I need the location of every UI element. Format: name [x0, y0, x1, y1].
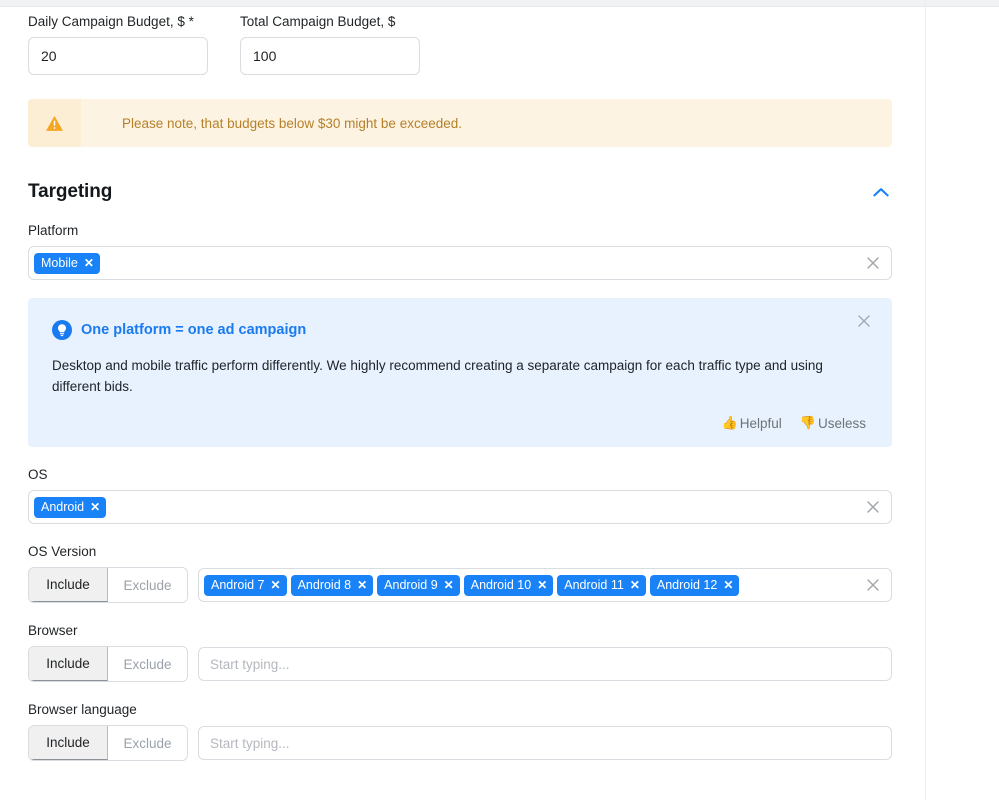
total-budget-field: Total Campaign Budget, $ — [240, 14, 420, 75]
chip-os-version[interactable]: Android 7 ✕ — [204, 574, 287, 596]
browser-language-multiselect[interactable]: Start typing... — [198, 726, 892, 760]
browser-language-mode-toggle: Include Exclude — [28, 725, 188, 761]
daily-budget-input[interactable] — [28, 37, 208, 75]
browser-label: Browser — [28, 623, 78, 638]
browser-language-exclude-button[interactable]: Exclude — [108, 726, 187, 760]
chip-remove-icon[interactable]: ✕ — [271, 579, 281, 591]
warning-text: Please note, that budgets below $30 migh… — [122, 115, 462, 131]
total-budget-label: Total Campaign Budget, $ — [240, 14, 396, 29]
campaign-settings-page: Daily Campaign Budget, $ * Total Campaig… — [0, 0, 999, 800]
chip-label: Android 9 — [384, 577, 438, 592]
chip-label: Mobile — [41, 255, 78, 270]
os-version-multiselect[interactable]: Android 7 ✕ Android 8 ✕ Android 9 ✕ Andr… — [198, 568, 892, 602]
chip-label: Android 12 — [656, 577, 718, 592]
info-panel-header: One platform = one ad campaign — [52, 320, 866, 340]
browser-language-row: Include Exclude Start typing... — [28, 725, 892, 761]
chip-label: Android — [41, 499, 85, 514]
os-version-row: Include Exclude Android 7 ✕ Android 8 ✕ … — [28, 567, 892, 603]
chip-remove-icon[interactable]: ✕ — [84, 257, 94, 269]
chip-remove-icon[interactable]: ✕ — [357, 579, 367, 591]
browser-multiselect[interactable]: Start typing... — [198, 647, 892, 681]
chip-os[interactable]: Android ✕ — [34, 496, 107, 518]
top-strip — [0, 0, 999, 7]
chip-os-version[interactable]: Android 12 ✕ — [649, 574, 740, 596]
chip-os-version[interactable]: Android 9 ✕ — [377, 574, 460, 596]
targeting-section-header: Targeting — [28, 181, 892, 203]
useless-label: Useless — [817, 415, 866, 431]
chip-remove-icon[interactable]: ✕ — [630, 579, 640, 591]
chip-os-version[interactable]: Android 11 ✕ — [557, 574, 646, 596]
useless-button[interactable]: 👎 Useless — [800, 415, 866, 431]
platform-multiselect[interactable]: Mobile ✕ — [28, 246, 892, 280]
browser-mode-toggle: Include Exclude — [28, 646, 188, 682]
helpful-button[interactable]: 👍 Helpful — [722, 415, 782, 431]
browser-exclude-button[interactable]: Exclude — [108, 647, 187, 681]
total-budget-input[interactable] — [240, 37, 420, 75]
os-multiselect[interactable]: Android ✕ — [28, 490, 892, 524]
os-version-label: OS Version — [28, 544, 97, 559]
chip-label: Android 8 — [297, 577, 352, 592]
chip-label: Android 7 — [211, 577, 265, 592]
platform-info-panel: One platform = one ad campaign Desktop a… — [28, 298, 892, 447]
browser-placeholder: Start typing... — [210, 656, 290, 672]
browser-row: Include Exclude Start typing... — [28, 646, 892, 682]
os-version-exclude-button[interactable]: Exclude — [108, 568, 187, 602]
chip-label: Android 11 — [564, 577, 624, 592]
budget-warning-banner: Please note, that budgets below $30 migh… — [28, 99, 892, 147]
chip-os-version[interactable]: Android 8 ✕ — [290, 574, 374, 596]
warning-icon-container — [28, 99, 81, 147]
chip-os-version[interactable]: Android 10 ✕ — [463, 574, 554, 596]
targeting-collapse-toggle[interactable] — [870, 181, 892, 203]
helpful-label: Helpful — [739, 415, 782, 431]
warning-triangle-icon — [46, 115, 63, 131]
daily-budget-label: Daily Campaign Budget, $ * — [28, 14, 194, 29]
info-panel-close-icon[interactable] — [857, 314, 871, 328]
daily-budget-field: Daily Campaign Budget, $ * — [28, 14, 208, 75]
chevron-up-icon — [873, 188, 889, 197]
chip-label: Android 10 — [470, 577, 532, 592]
browser-language-include-button[interactable]: Include — [29, 726, 108, 760]
chip-remove-icon[interactable]: ✕ — [537, 579, 547, 591]
thumbs-up-icon: 👍 — [721, 415, 738, 430]
platform-clear-icon[interactable] — [866, 256, 880, 270]
thumbs-down-icon: 👎 — [799, 415, 816, 430]
chip-platform[interactable]: Mobile ✕ — [34, 252, 100, 274]
chip-remove-icon[interactable]: ✕ — [723, 579, 733, 591]
os-version-mode-toggle: Include Exclude — [28, 567, 188, 603]
chip-remove-icon[interactable]: ✕ — [444, 579, 454, 591]
chip-remove-icon[interactable]: ✕ — [90, 501, 100, 513]
os-label: OS — [28, 467, 48, 482]
budget-row: Daily Campaign Budget, $ * Total Campaig… — [28, 8, 897, 75]
browser-include-button[interactable]: Include — [29, 647, 108, 681]
form-content: Daily Campaign Budget, $ * Total Campaig… — [0, 8, 925, 761]
lightbulb-icon — [52, 320, 72, 340]
browser-language-placeholder: Start typing... — [210, 735, 290, 751]
page-title: Targeting — [28, 181, 113, 202]
info-panel-body: Desktop and mobile traffic perform diffe… — [52, 358, 823, 394]
info-panel-title: One platform = one ad campaign — [81, 322, 307, 338]
right-panel-divider — [925, 0, 926, 800]
platform-label: Platform — [28, 223, 79, 238]
info-panel-vote-row: 👍 Helpful 👎 Useless — [52, 415, 866, 431]
os-version-clear-icon[interactable] — [866, 578, 880, 592]
os-version-include-button[interactable]: Include — [29, 568, 108, 602]
os-clear-icon[interactable] — [866, 500, 880, 514]
browser-language-label: Browser language — [28, 702, 137, 717]
